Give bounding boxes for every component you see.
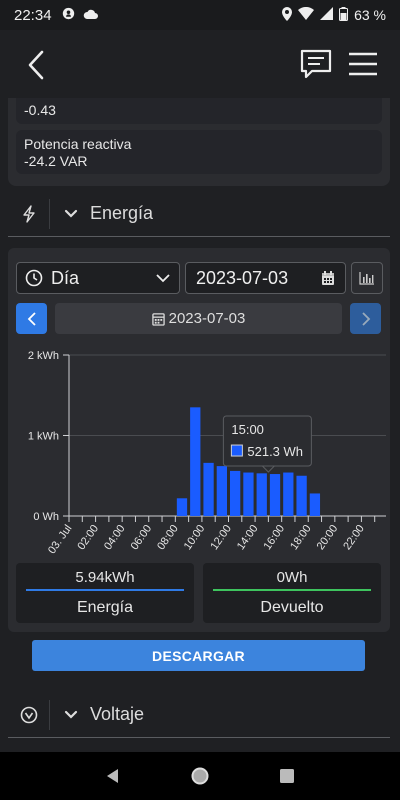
returned-stat: 0Wh Devuelto: [203, 563, 381, 623]
chevron-left-icon: [27, 311, 36, 326]
bar: [216, 466, 227, 516]
message-icon: [300, 49, 332, 79]
system-navigation-bar: [0, 752, 400, 800]
reactive-power-row: Potencia reactiva -24.2 VAR: [16, 130, 382, 174]
voltage-section-header[interactable]: Voltaje: [8, 692, 390, 738]
bar: [309, 493, 321, 516]
bar-chart-icon: [359, 272, 374, 285]
triangle-back-icon: [107, 769, 119, 783]
x-tick-label: 08:00: [155, 523, 181, 552]
x-tick-label: 16:00: [262, 523, 288, 552]
calendar-icon: [151, 312, 165, 326]
circle-home-icon: [191, 767, 209, 785]
wifi-icon: [298, 6, 315, 23]
x-tick-label: 10:00: [182, 523, 208, 552]
chevron-down-icon: [64, 710, 78, 719]
current-date-label: 2023-07-03: [55, 303, 342, 334]
status-bar: 22:34 63 %: [0, 0, 400, 30]
bar: [176, 498, 188, 516]
nav-recents-button[interactable]: [275, 764, 299, 788]
energy-stat: 5.94kWh Energía: [16, 563, 194, 623]
app-bar: [0, 30, 400, 98]
energy-bar-chart[interactable]: 0 Wh 1 kWh 2 kWh 03. Jul 02:00 04:00 06:00 08:0…: [16, 338, 386, 560]
energy-stat-label: Energía: [76, 599, 134, 616]
power-factor-value: -0.43: [24, 102, 56, 118]
y-tick-label: 0 Wh: [33, 511, 59, 523]
energy-section-title: Energía: [90, 203, 154, 223]
x-tick-label: 02:00: [75, 523, 101, 552]
tooltip-pointer: [261, 465, 276, 473]
voltage-section-title: Voltaje: [90, 704, 145, 724]
clock-icon: [25, 269, 43, 287]
messages-button[interactable]: [298, 47, 334, 81]
cloud-icon: [83, 8, 99, 23]
location-icon: [282, 6, 293, 24]
y-tick-label: 2 kWh: [28, 350, 59, 362]
x-tick-label: 18:00: [288, 523, 314, 552]
tooltip-value: 521.3 Wh: [247, 444, 303, 459]
x-tick-label: 06:00: [129, 523, 155, 552]
calendar-icon: [322, 270, 334, 285]
back-button[interactable]: [22, 48, 52, 82]
next-day-button[interactable]: [350, 303, 381, 334]
y-tick-label: 1 kWh: [28, 431, 59, 443]
lightning-icon: [8, 198, 50, 229]
bar: [256, 473, 267, 516]
download-button[interactable]: DESCARGAR: [32, 640, 365, 671]
x-tick-label: 22:00: [341, 523, 367, 552]
bar: [296, 475, 307, 516]
chevron-down-icon: [64, 209, 78, 218]
energy-section-header[interactable]: Energía: [8, 191, 390, 237]
bar: [190, 407, 201, 516]
energy-stat-line: [26, 589, 184, 591]
reactive-power-value: -24.2 VAR: [24, 153, 88, 169]
square-recents-icon: [279, 769, 294, 783]
bar: [243, 472, 254, 516]
period-select-value: Día: [51, 267, 80, 288]
power-card: -0.43 Potencia reactiva -24.2 VAR: [8, 98, 390, 186]
nav-back-button[interactable]: [101, 764, 125, 788]
chevron-right-icon: [361, 311, 370, 326]
current-date-text: 2023-07-03: [168, 310, 246, 327]
x-tick-label: 14:00: [235, 523, 261, 552]
returned-stat-label: Devuelto: [260, 599, 324, 616]
returned-stat-value: 0Wh: [276, 569, 308, 586]
tooltip-title: 15:00: [231, 422, 264, 437]
signal-icon: [320, 7, 334, 23]
menu-button[interactable]: [346, 50, 380, 78]
date-input[interactable]: 2023-07-03: [185, 262, 346, 294]
nav-home-button[interactable]: [188, 764, 212, 788]
github-icon: [62, 7, 75, 23]
x-tick-label: 03. Jul: [46, 523, 74, 556]
returned-stat-line: [213, 589, 371, 591]
previous-day-button[interactable]: [16, 303, 47, 334]
x-tick-label: 20:00: [315, 523, 341, 552]
bar: [283, 472, 294, 516]
battery-icon: [339, 6, 349, 24]
bar: [230, 470, 241, 516]
clock: 22:34: [14, 6, 52, 24]
date-input-value: 2023-07-03: [196, 267, 289, 288]
gauge-icon: [8, 699, 50, 730]
chart-view-button[interactable]: [351, 262, 383, 294]
bar: [269, 474, 281, 516]
energy-card: Día 2023-07-03 2023-07-03 0 Wh 1 kWh 2 kWh…: [8, 248, 390, 632]
energy-stat-value: 5.94kWh: [75, 569, 135, 586]
power-factor-row: -0.43: [16, 98, 382, 124]
x-tick-label: 12:00: [208, 523, 234, 552]
battery-level: 63 %: [354, 7, 386, 23]
period-select[interactable]: Día: [16, 262, 180, 294]
bar: [203, 462, 214, 516]
tooltip-swatch: [230, 444, 243, 457]
hamburger-menu-icon: [349, 52, 377, 76]
x-tick-label: 04:00: [102, 523, 128, 552]
reactive-power-label: Potencia reactiva: [24, 136, 132, 152]
chevron-left-icon: [28, 50, 44, 80]
chevron-down-icon: [156, 274, 170, 283]
